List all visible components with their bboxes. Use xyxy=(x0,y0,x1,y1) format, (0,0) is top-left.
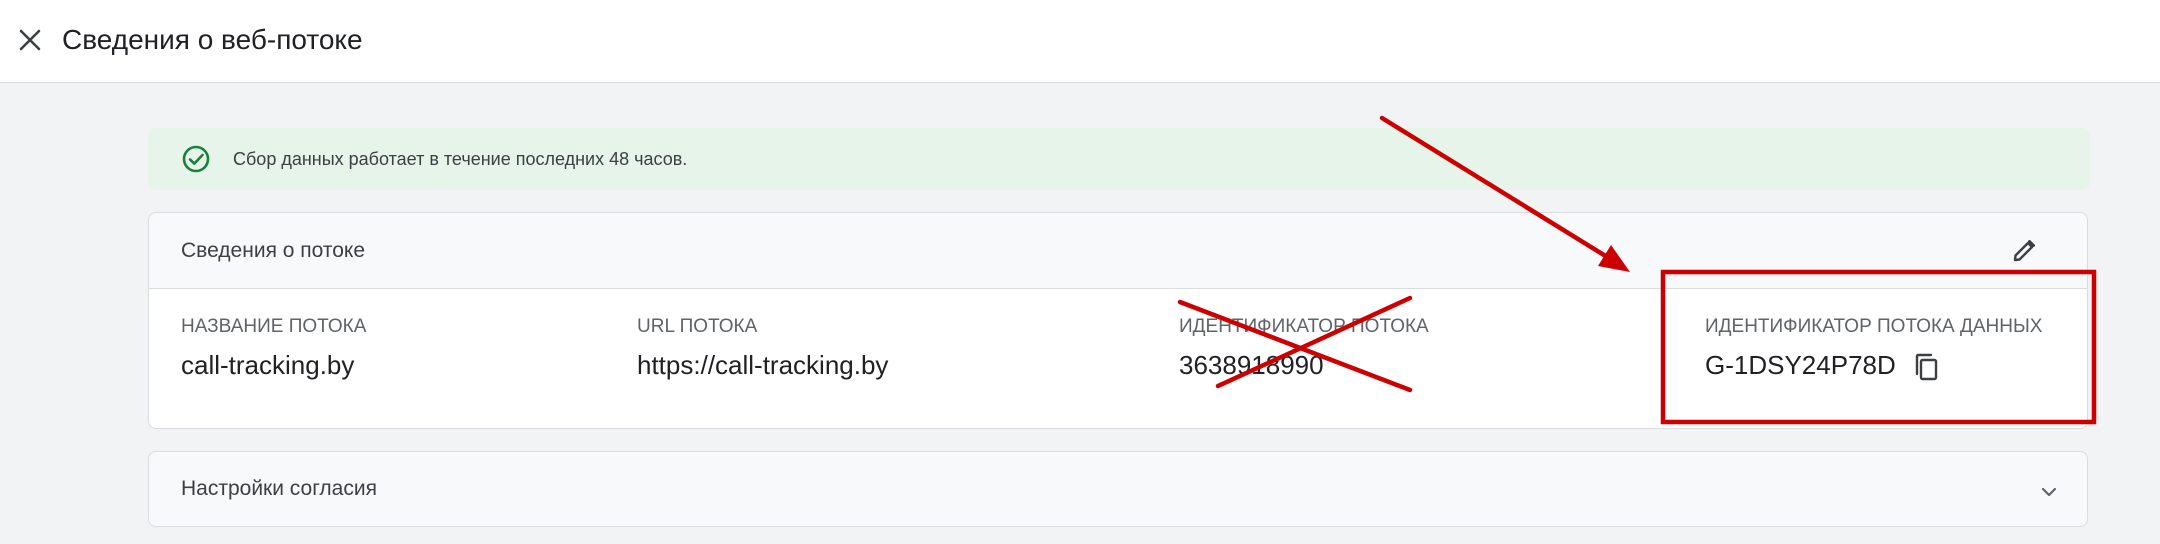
page-title: Сведения о веб-потоке xyxy=(62,24,363,55)
measurement-id-field: ИДЕНТИФИКАТОР ПОТОКА ДАННЫХ G-1DSY24P78D xyxy=(1705,315,2042,383)
stream-name-field: НАЗВАНИЕ ПОТОКА call-tracking.by xyxy=(181,315,366,381)
pencil-icon[interactable] xyxy=(2009,236,2039,266)
field-value: G-1DSY24P78D xyxy=(1705,349,2042,383)
field-label: ИДЕНТИФИКАТОР ПОТОКА xyxy=(1179,316,1429,337)
stream-details-card: Сведения о потоке НАЗВАНИЕ ПОТОКА call-t… xyxy=(148,212,2088,429)
check-circle-icon xyxy=(181,144,211,174)
consent-settings-card[interactable]: Настройки согласия xyxy=(148,451,2088,527)
close-icon[interactable] xyxy=(16,26,44,54)
field-label: URL ПОТОКА xyxy=(637,316,758,337)
top-bar: Сведения о веб-потоке xyxy=(0,0,2160,83)
field-label: НАЗВАНИЕ ПОТОКА xyxy=(181,316,367,337)
chevron-down-icon[interactable] xyxy=(2037,480,2061,504)
status-banner: Сбор данных работает в течение последних… xyxy=(148,128,2090,190)
status-banner-text: Сбор данных работает в течение последних… xyxy=(233,149,688,169)
field-value: 3638918990 xyxy=(1179,350,1324,380)
stream-details-header: Сведения о потоке xyxy=(149,213,2087,289)
field-value: call-tracking.by xyxy=(181,350,355,380)
consent-settings-title: Настройки согласия xyxy=(181,477,377,500)
field-value: https://call-tracking.by xyxy=(637,350,889,380)
stream-details-title: Сведения о потоке xyxy=(181,239,366,262)
stream-url-field: URL ПОТОКА https://call-tracking.by xyxy=(637,315,888,381)
field-label: ИДЕНТИФИКАТОР ПОТОКА ДАННЫХ xyxy=(1705,316,2043,337)
copy-icon[interactable] xyxy=(1912,351,1940,383)
stream-id-field: ИДЕНТИФИКАТОР ПОТОКА 3638918990 xyxy=(1179,315,1429,381)
measurement-id-value: G-1DSY24P78D xyxy=(1705,350,1896,380)
